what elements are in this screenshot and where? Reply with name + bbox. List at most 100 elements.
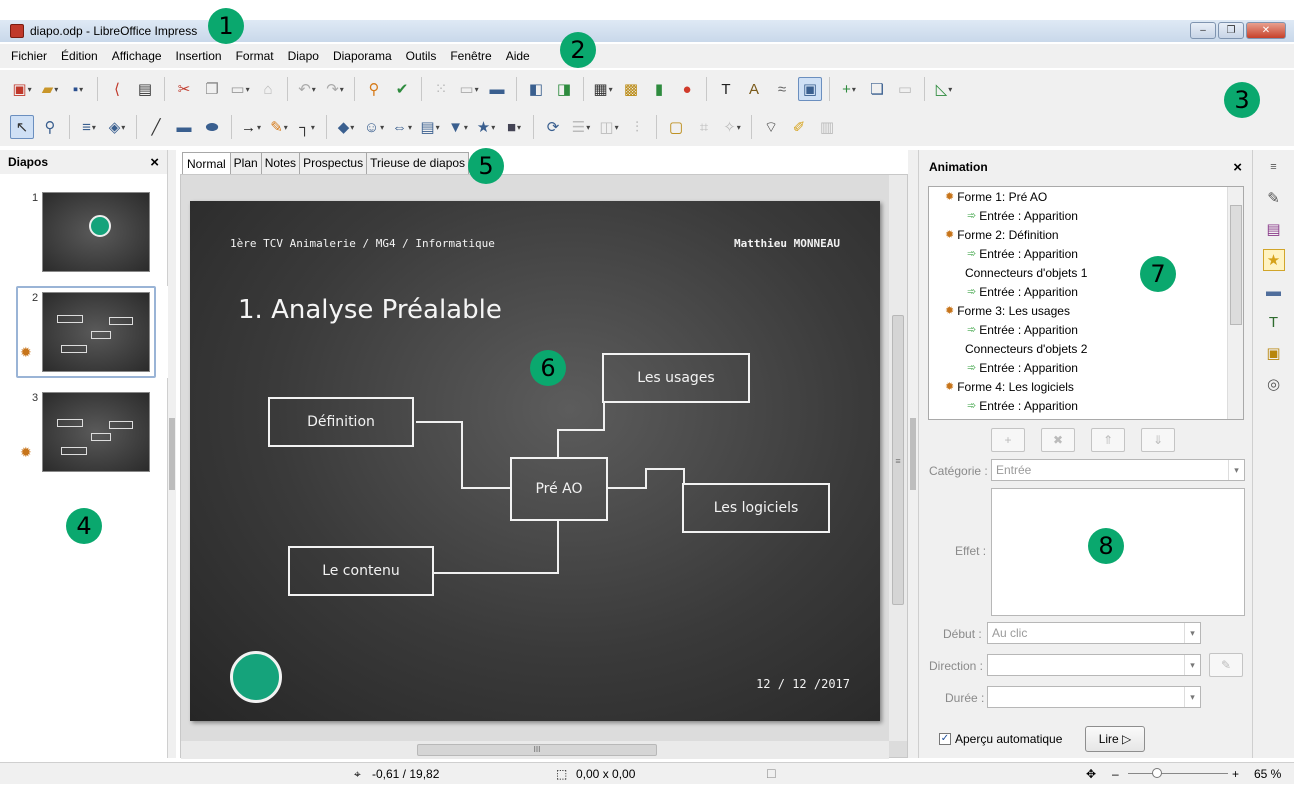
move-down-button[interactable]: ⇓ (1141, 428, 1175, 452)
category-combo[interactable]: Entrée ▾ (991, 459, 1245, 481)
menu-diapo[interactable]: Diapo (281, 49, 326, 63)
duplicate-slide-icon[interactable]: ❏ (865, 77, 889, 101)
sidebar-menu-icon[interactable]: ≡ (1263, 156, 1285, 178)
zoom-level[interactable]: 65 % (1254, 767, 1281, 781)
styles-icon[interactable]: ▤ (1263, 218, 1285, 240)
rotate-icon[interactable]: ⟳ (541, 115, 565, 139)
zoom-slider-track[interactable] (1128, 773, 1228, 774)
menu-edition[interactable]: Édition (54, 49, 105, 63)
crop-icon[interactable]: ⌗ (692, 115, 716, 139)
paste-icon[interactable]: ▭ (228, 77, 252, 101)
layout-icon[interactable]: ▭ (457, 77, 481, 101)
textbox-icon[interactable]: T (714, 77, 738, 101)
menu-diaporama[interactable]: Diaporama (326, 49, 399, 63)
start-current-slide-icon[interactable]: ◨ (552, 77, 576, 101)
vertical-scroll-thumb[interactable]: ≡ (892, 315, 904, 605)
slide-thumbnail-2[interactable]: 2 ✹ (0, 286, 168, 378)
animation-effect-item[interactable]: ➾ Entrée : Apparition (929, 244, 1243, 263)
start-presentation-icon[interactable]: ◧ (524, 77, 548, 101)
tab-notes[interactable]: Notes (260, 152, 301, 174)
find-replace-icon[interactable]: ⚲ (362, 77, 386, 101)
zoom-pan-icon[interactable]: ⚲ (38, 115, 62, 139)
save-icon[interactable]: ▪ (66, 77, 90, 101)
filter-icon[interactable]: ✧ (720, 115, 744, 139)
curve-icon[interactable]: ✎ (267, 115, 291, 139)
animation-effect-item[interactable]: ➾ Entrée : Apparition (929, 206, 1243, 225)
fontwork-icon[interactable]: A (742, 77, 766, 101)
slide-layout-icon[interactable]: ◺ (932, 77, 956, 101)
image-icon[interactable]: ▩ (619, 77, 643, 101)
select-icon[interactable]: ↖ (10, 115, 34, 139)
restore-button[interactable]: ❐ (1218, 22, 1244, 39)
grid-icon[interactable]: ⁙ (429, 77, 453, 101)
animation-shape-item[interactable]: ✹ Forme 2: Définition (929, 225, 1243, 244)
chevron-down-icon[interactable]: ▾ (1184, 623, 1200, 643)
show-draw-functions-icon[interactable]: ▣ (798, 77, 822, 101)
menu-outils[interactable]: Outils (399, 49, 444, 63)
arrange-icon[interactable]: ◫ (597, 115, 621, 139)
animation-effect-item[interactable]: ➾ Entrée : Apparition (929, 396, 1243, 415)
animation-effect-item[interactable]: ➾ Entrée : Apparition (929, 320, 1243, 339)
copy-icon[interactable]: ❐ (200, 77, 224, 101)
autopreview-checkbox[interactable]: ✓ (939, 733, 951, 745)
shape-definition[interactable]: Définition (268, 397, 414, 447)
fill-color-icon[interactable]: ◈ (105, 115, 129, 139)
slide-thumbnail-1[interactable]: 1 (0, 186, 168, 278)
line-arrow-icon[interactable]: → (239, 115, 263, 139)
connector-icon[interactable]: ┐ (295, 115, 319, 139)
menu-insertion[interactable]: Insertion (169, 49, 229, 63)
tab-prospectus[interactable]: Prospectus (299, 152, 368, 174)
export-pdf-icon[interactable]: ⟨ (105, 77, 129, 101)
autopreview-option[interactable]: ✓ Aperçu automatique (939, 732, 1062, 746)
left-pane-splitter[interactable] (168, 150, 176, 758)
3d-objects-icon[interactable]: ■ (502, 115, 526, 139)
ellipse-icon[interactable]: ⬬ (200, 115, 224, 139)
zoom-slider-handle[interactable] (1152, 768, 1162, 778)
callouts-icon[interactable]: ▼ (446, 115, 470, 139)
right-pane-splitter[interactable] (908, 150, 918, 758)
table-icon[interactable]: ▦ (591, 77, 615, 101)
animation-icon[interactable]: ★ (1262, 249, 1285, 271)
animation-effect-item[interactable]: ➾ Entrée : Apparition (929, 358, 1243, 377)
gallery-icon[interactable]: ▣ (1263, 342, 1285, 364)
zoom-out-button[interactable]: – (1112, 767, 1119, 781)
new-document-icon[interactable]: ▣ (10, 77, 34, 101)
stars-icon[interactable]: ★ (474, 115, 498, 139)
slide-title[interactable]: 1. Analyse Préalable (238, 295, 502, 325)
splitter-grip[interactable] (910, 418, 916, 490)
add-effect-button[interactable]: + (991, 428, 1025, 452)
glue-points-icon[interactable]: ✐ (787, 115, 811, 139)
animation-shape-item[interactable]: ✹ Forme 4: Les logiciels (929, 377, 1243, 396)
print-icon[interactable]: ▤ (133, 77, 157, 101)
navigator-icon[interactable]: ◎ (1263, 373, 1285, 395)
open-folder-icon[interactable]: ▰ (38, 77, 62, 101)
tab-normal[interactable]: Normal (182, 152, 231, 174)
zoom-in-button[interactable]: + (1232, 767, 1239, 781)
redo-icon[interactable]: ↷ (323, 77, 347, 101)
symbol-shapes-icon[interactable]: ☺ (362, 115, 386, 139)
new-slide-icon[interactable]: + (837, 77, 861, 101)
shadow-icon[interactable]: ▢ (664, 115, 688, 139)
master-slide-icon[interactable]: ▬ (485, 77, 509, 101)
master-slides-icon[interactable]: ▬ (1263, 280, 1285, 302)
slide-editing-area[interactable]: 1ère TCV Animalerie / MG4 / Informatique… (180, 174, 908, 759)
distribute-icon[interactable]: ⫶ (625, 115, 649, 139)
move-up-button[interactable]: ⇑ (1091, 428, 1125, 452)
tab-trieuse-de-diapos[interactable]: Trieuse de diapos (366, 152, 470, 174)
close-animation-panel-button[interactable]: × (1233, 159, 1242, 176)
clone-formatting-icon[interactable]: ⌂ (256, 77, 280, 101)
animation-list[interactable]: ✹ Forme 1: Pré AO ➾ Entrée : Apparition ✹ F… (928, 186, 1244, 420)
line-color-icon[interactable]: ≡ (77, 115, 101, 139)
chevron-down-icon[interactable]: ▾ (1184, 687, 1200, 707)
play-button[interactable]: Lire ▷ (1085, 726, 1145, 752)
animation-shape-item[interactable]: ✹ Forme 3: Les usages (929, 301, 1243, 320)
horizontal-scroll-thumb[interactable]: III (417, 744, 657, 756)
horizontal-scrollbar[interactable]: III (181, 741, 889, 759)
list-scroll-thumb[interactable] (1230, 205, 1242, 325)
align-icon[interactable]: ☰ (569, 115, 593, 139)
chevron-down-icon[interactable]: ▾ (1228, 460, 1244, 480)
slide-thumbnail-3[interactable]: 3 ✹ (0, 386, 168, 478)
block-arrows-icon[interactable]: ⇔ (390, 115, 414, 139)
chart-icon[interactable]: ▮ (647, 77, 671, 101)
spellcheck-icon[interactable]: ✔ (390, 77, 414, 101)
